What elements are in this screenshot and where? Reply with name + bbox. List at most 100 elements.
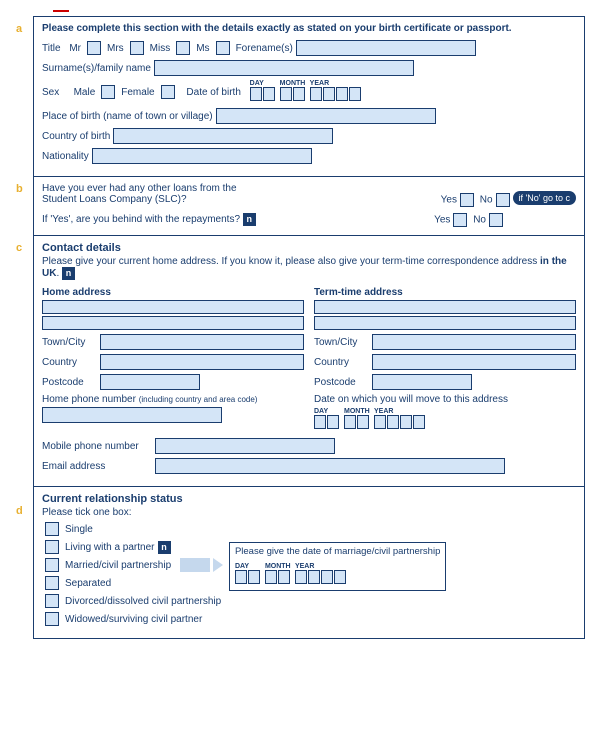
marker-b: b: [16, 183, 23, 195]
dob-date-group: DAY MONTH YEAR: [250, 80, 362, 104]
mar-y1[interactable]: [295, 570, 307, 584]
move-m2[interactable]: [357, 415, 369, 429]
top-red-bar: [53, 10, 69, 12]
term-address-heading: Term-time address: [314, 287, 576, 298]
mobile-label: Mobile phone number: [42, 441, 152, 452]
home-addr-line2[interactable]: [42, 316, 304, 330]
living-label: Living with a partner: [65, 542, 155, 553]
b-no2-label: No: [473, 215, 486, 226]
term-addr-line1[interactable]: [314, 300, 576, 314]
forenames-input[interactable]: [296, 40, 476, 56]
b-no1-checkbox[interactable]: [496, 193, 510, 207]
home-country-input[interactable]: [100, 354, 304, 370]
dob-year4[interactable]: [349, 87, 361, 101]
home-phone-input[interactable]: [42, 407, 222, 423]
mr-checkbox[interactable]: [87, 41, 101, 55]
term-country-label: Country: [314, 357, 369, 368]
pob-input[interactable]: [216, 108, 436, 124]
section-d: d Current relationship status Please tic…: [34, 487, 584, 638]
term-address-column: Term-time address Town/City Country Post…: [314, 284, 576, 432]
mar-d2[interactable]: [248, 570, 260, 584]
arrow-bar: [180, 558, 210, 572]
move-d2[interactable]: [327, 415, 339, 429]
home-town-label: Town/City: [42, 337, 97, 348]
move-d1[interactable]: [314, 415, 326, 429]
term-addr-line2[interactable]: [314, 316, 576, 330]
move-month-label: MONTH: [344, 408, 370, 415]
separated-label: Separated: [65, 578, 111, 589]
dob-year1[interactable]: [310, 87, 322, 101]
mobile-input[interactable]: [155, 438, 335, 454]
female-label: Female: [121, 87, 154, 98]
section-b: b Have you ever had any other loans from…: [34, 177, 584, 236]
widowed-checkbox[interactable]: [45, 612, 59, 626]
home-town-input[interactable]: [100, 334, 304, 350]
marriage-date-label: Please give the date of marriage/civil p…: [235, 546, 440, 557]
married-label: Married/civil partnership: [65, 560, 171, 571]
term-postcode-label: Postcode: [314, 377, 369, 388]
home-country-label: Country: [42, 357, 97, 368]
term-town-input[interactable]: [372, 334, 576, 350]
marriage-date-box: Please give the date of marriage/civil p…: [229, 542, 446, 591]
mar-m1[interactable]: [265, 570, 277, 584]
move-y3[interactable]: [400, 415, 412, 429]
miss-checkbox[interactable]: [176, 41, 190, 55]
mr-label: Mr: [69, 43, 81, 54]
mar-y4[interactable]: [334, 570, 346, 584]
home-postcode-input[interactable]: [100, 374, 200, 390]
dob-day1[interactable]: [250, 87, 262, 101]
surname-input[interactable]: [154, 60, 414, 76]
tick-one-label: Please tick one box:: [42, 507, 576, 518]
email-input[interactable]: [155, 458, 505, 474]
dob-year3[interactable]: [336, 87, 348, 101]
section-a-instruction: Please complete this section with the de…: [42, 23, 576, 34]
dob-month2[interactable]: [293, 87, 305, 101]
marker-d: d: [16, 505, 23, 517]
contact-heading: Contact details: [42, 242, 576, 254]
divorced-label: Divorced/dissolved civil partnership: [65, 596, 221, 607]
move-y4[interactable]: [413, 415, 425, 429]
dob-day2[interactable]: [263, 87, 275, 101]
single-checkbox[interactable]: [45, 522, 59, 536]
cob-label: Country of birth: [42, 131, 110, 142]
term-postcode-input[interactable]: [372, 374, 472, 390]
home-address-column: Home address Town/City Country Postcode …: [42, 284, 304, 432]
home-addr-line1[interactable]: [42, 300, 304, 314]
widowed-label: Widowed/surviving civil partner: [65, 614, 202, 625]
marker-c: c: [16, 242, 22, 254]
move-m1[interactable]: [344, 415, 356, 429]
mar-y3[interactable]: [321, 570, 333, 584]
term-town-label: Town/City: [314, 337, 369, 348]
dob-day-label: DAY: [250, 80, 264, 87]
cob-input[interactable]: [113, 128, 333, 144]
mar-m2[interactable]: [278, 570, 290, 584]
mar-y2[interactable]: [308, 570, 320, 584]
dob-month-label: MONTH: [280, 80, 306, 87]
divorced-checkbox[interactable]: [45, 594, 59, 608]
b-yes1-checkbox[interactable]: [460, 193, 474, 207]
b-q2-label: If 'Yes', are you behind with the repaym…: [42, 214, 240, 225]
separated-checkbox[interactable]: [45, 576, 59, 590]
mar-month-label: MONTH: [265, 563, 291, 570]
mar-year-label: YEAR: [295, 563, 314, 570]
mrs-label: Mrs: [107, 43, 124, 54]
move-y2[interactable]: [387, 415, 399, 429]
b-no2-checkbox[interactable]: [489, 213, 503, 227]
term-country-input[interactable]: [372, 354, 576, 370]
female-checkbox[interactable]: [161, 85, 175, 99]
marker-a: a: [16, 23, 22, 35]
married-checkbox[interactable]: [45, 558, 59, 572]
nat-input[interactable]: [92, 148, 312, 164]
mrs-checkbox[interactable]: [130, 41, 144, 55]
dob-month1[interactable]: [280, 87, 292, 101]
b-yes2-checkbox[interactable]: [453, 213, 467, 227]
ms-checkbox[interactable]: [216, 41, 230, 55]
male-checkbox[interactable]: [101, 85, 115, 99]
move-y1[interactable]: [374, 415, 386, 429]
forenames-label: Forename(s): [236, 43, 293, 54]
mar-d1[interactable]: [235, 570, 247, 584]
dob-year2[interactable]: [323, 87, 335, 101]
surname-label: Surname(s)/family name: [42, 63, 151, 74]
miss-label: Miss: [150, 43, 171, 54]
living-checkbox[interactable]: [45, 540, 59, 554]
